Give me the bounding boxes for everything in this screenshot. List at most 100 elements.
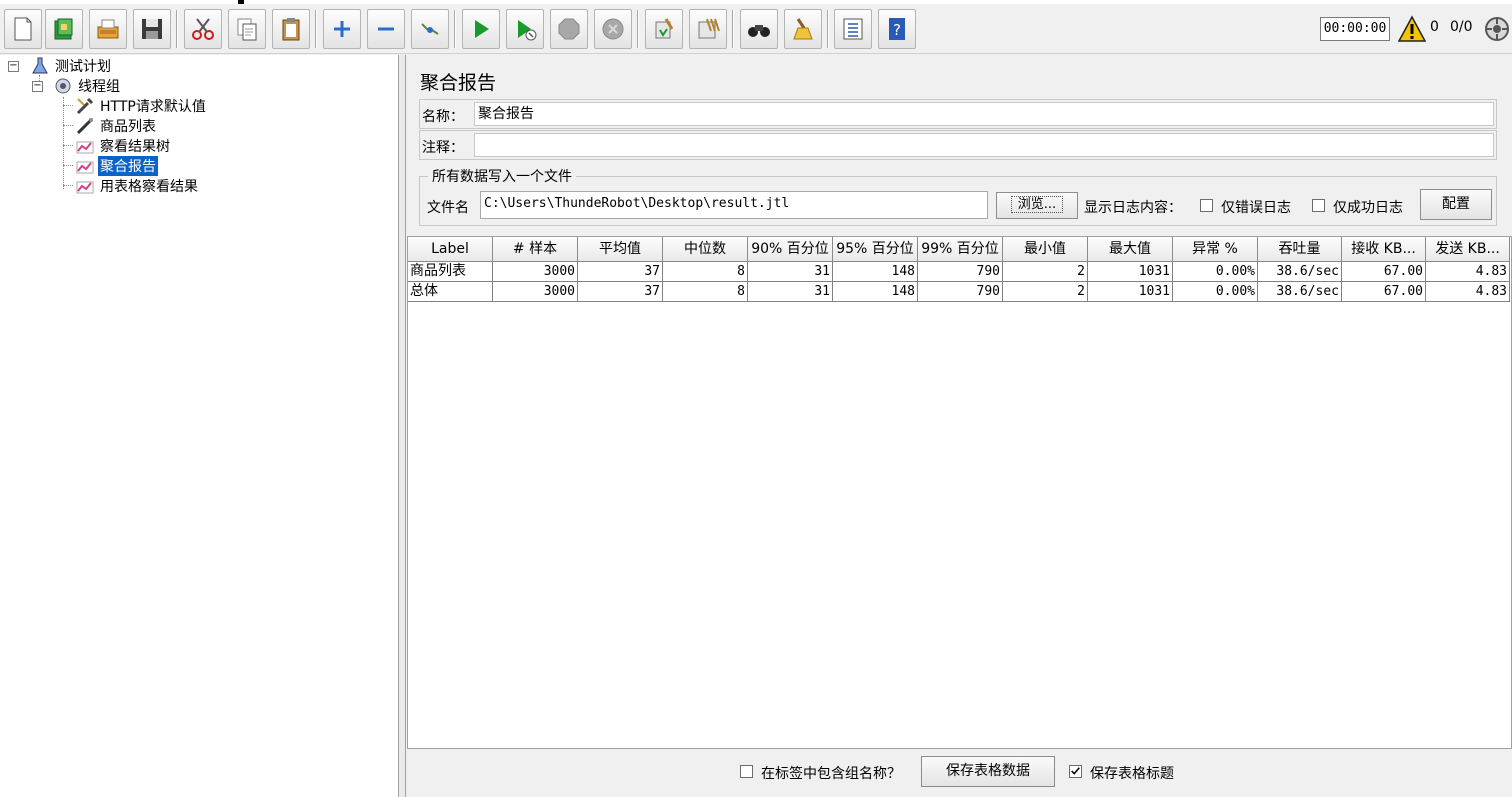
column-header[interactable]: 平均值 (578, 237, 663, 262)
column-header[interactable]: 最小值 (1003, 237, 1088, 262)
tree-connector (63, 165, 73, 166)
tree-label: 商品列表 (100, 119, 156, 135)
tree-node-thread-group[interactable]: 线程组 (53, 76, 122, 96)
clear-button[interactable] (645, 9, 683, 49)
column-header[interactable]: 95% 百分位 (833, 237, 918, 262)
column-header[interactable]: 最大值 (1088, 237, 1173, 262)
column-header[interactable]: 发送 KB... (1426, 237, 1510, 262)
tree-label: 察看结果树 (100, 139, 170, 155)
toggle-icon (421, 23, 439, 35)
clear-all-button[interactable] (689, 9, 727, 49)
collapse-toggle-icon[interactable]: − (8, 61, 19, 72)
tree-node-product-list[interactable]: 商品列表 (75, 116, 158, 136)
templates-icon (54, 18, 73, 40)
new-icon (14, 17, 32, 41)
errors-only-checkbox[interactable] (1200, 199, 1213, 212)
collapse-all-button[interactable] (367, 9, 405, 49)
table-cell: 3000 (493, 282, 578, 302)
tree-node-view-results-table[interactable]: 用表格察看结果 (75, 176, 200, 196)
comment-input[interactable] (474, 133, 1494, 157)
test-plan-icon (30, 56, 50, 76)
search-icon (748, 25, 770, 37)
configure-button[interactable]: 配置 (1420, 189, 1492, 220)
open-button[interactable] (89, 9, 127, 49)
save-table-header-checkbox[interactable] (1069, 765, 1082, 778)
column-header[interactable]: Label (408, 237, 493, 262)
copy-button[interactable] (228, 9, 266, 49)
success-only-checkbox[interactable] (1312, 199, 1325, 212)
table-row[interactable]: 总体 3000 37 8 31 148 790 2 1031 0.00% 38.… (408, 282, 1510, 302)
templates-button[interactable] (45, 9, 83, 49)
tree-label: 线程组 (78, 79, 120, 95)
save-table-data-button[interactable]: 保存表格数据 (921, 756, 1055, 787)
remote-status-icon (1485, 17, 1509, 41)
name-row: 名称： 聚合报告 (419, 99, 1497, 129)
tree-connector (63, 105, 73, 106)
shutdown-button[interactable] (594, 9, 632, 49)
table-actions-bar: 在标签中包含组名称？ 保存表格数据 保存表格标题 (407, 750, 1512, 797)
table-cell: 31 (748, 282, 833, 302)
start-no-pauses-button[interactable] (506, 9, 544, 49)
column-header[interactable]: 吞吐量 (1258, 237, 1342, 262)
save-icon (142, 19, 162, 39)
menu-strip-remnant (0, 0, 1512, 4)
table-cell: 38.6/sec (1258, 282, 1342, 302)
include-group-name-checkbox[interactable] (740, 765, 753, 778)
filename-input[interactable]: C:\Users\ThundeRobot\Desktop\result.jtl (480, 191, 988, 219)
log-display-label: 显示日志内容： (1084, 200, 1182, 216)
tree-node-aggregate-report[interactable]: 聚合报告 (75, 156, 158, 176)
table-cell: 148 (833, 262, 918, 282)
toolbar-separator (315, 10, 317, 48)
column-header[interactable]: 90% 百分位 (748, 237, 833, 262)
column-header[interactable]: 接收 KB... (1342, 237, 1426, 262)
stop-button[interactable] (550, 9, 588, 49)
clear-all-icon (698, 18, 720, 39)
name-input[interactable]: 聚合报告 (474, 102, 1494, 126)
toolbar-separator (827, 10, 829, 48)
column-header[interactable]: # 样本 (493, 237, 578, 262)
toolbar-separator (732, 10, 734, 48)
panel-splitter[interactable] (399, 55, 406, 797)
new-button[interactable] (4, 9, 42, 49)
function-helper-button[interactable] (834, 9, 872, 49)
save-button[interactable] (133, 9, 171, 49)
success-only-label: 仅成功日志 (1333, 200, 1403, 216)
comment-row: 注释： (419, 130, 1497, 160)
tree-node-view-results-tree[interactable]: 察看结果树 (75, 136, 172, 156)
listener-icon (75, 156, 95, 176)
cut-button[interactable] (184, 9, 222, 49)
reset-search-button[interactable] (784, 9, 822, 49)
help-button[interactable]: ? (878, 9, 916, 49)
collapse-toggle-icon[interactable]: − (32, 81, 43, 92)
paste-button[interactable] (272, 9, 310, 49)
table-cell: 790 (918, 282, 1003, 302)
start-icon (475, 20, 489, 38)
listener-icon (75, 176, 95, 196)
table-cell: 4.83 (1426, 262, 1510, 282)
column-header[interactable]: 99% 百分位 (918, 237, 1003, 262)
warning-icon[interactable] (1398, 15, 1426, 43)
table-row[interactable]: 商品列表 3000 37 8 31 148 790 2 1031 0.00% 3… (408, 262, 1510, 282)
table-cell: 67.00 (1342, 262, 1426, 282)
tree-connector (63, 145, 73, 146)
help-icon: ? (889, 18, 905, 40)
checkmark-icon (1071, 767, 1080, 775)
function-helper-icon (843, 18, 863, 40)
table-cell: 2 (1003, 262, 1088, 282)
table-cell: 总体 (408, 282, 493, 302)
browse-button[interactable]: 浏览... (996, 192, 1078, 219)
expand-all-button[interactable] (323, 9, 361, 49)
start-no-pause-icon (518, 20, 537, 41)
column-header[interactable]: 中位数 (663, 237, 748, 262)
elapsed-timer: 00:00:00 (1320, 17, 1390, 41)
start-button[interactable] (462, 9, 500, 49)
toggle-button[interactable] (411, 9, 449, 49)
column-header[interactable]: 异常 % (1173, 237, 1258, 262)
tree-node-test-plan[interactable]: 测试计划 (30, 56, 113, 76)
search-button[interactable] (740, 9, 778, 49)
results-table[interactable]: Label # 样本 平均值 中位数 90% 百分位 95% 百分位 99% 百… (407, 236, 1512, 749)
tree-node-http-defaults[interactable]: HTTP请求默认值 (75, 96, 208, 116)
table-cell: 2 (1003, 282, 1088, 302)
test-plan-tree[interactable]: − 测试计划 − 线程组 HTTP请求默认值 商品列表 察看结果树 聚合报告 用… (0, 55, 399, 797)
table-cell: 37 (578, 282, 663, 302)
